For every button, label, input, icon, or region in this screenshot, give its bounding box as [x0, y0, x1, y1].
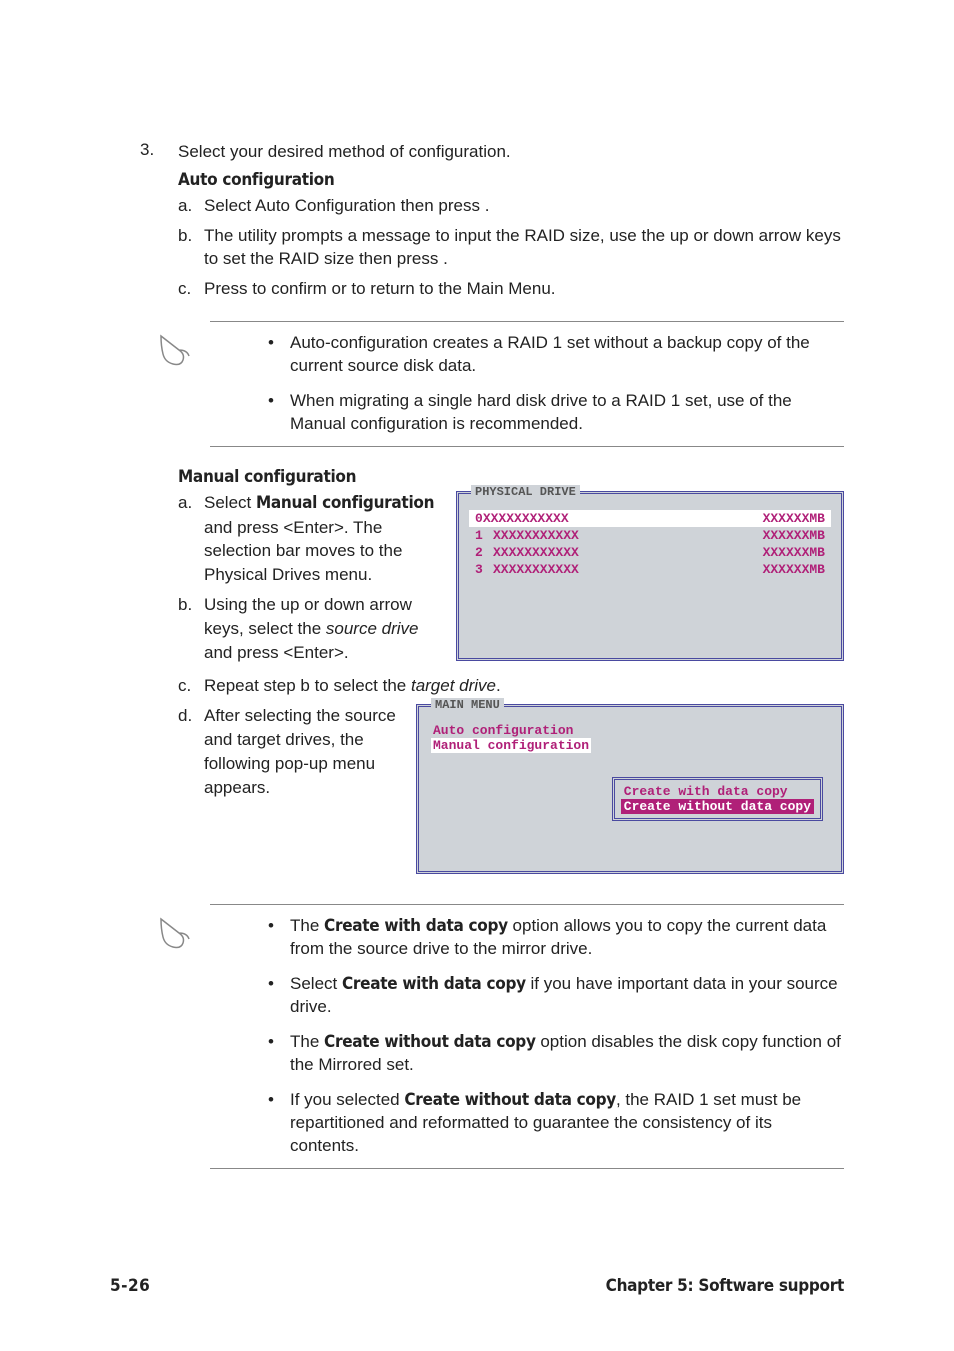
main-menu-title: MAIN MENU: [431, 698, 504, 712]
note-item: If you selected Create without data copy…: [260, 1089, 844, 1158]
page-number: 5-26: [110, 1276, 150, 1296]
note-item: The Create with data copy option allows …: [260, 915, 844, 961]
physical-drive-box: PHYSICAL DRIVE 0XXXXXXXXXXXXXXXXXMB1XXXX…: [456, 491, 844, 661]
auto-config-heading: Auto configuration: [178, 170, 844, 190]
note-item: Select Create with data copy if you have…: [260, 973, 844, 1019]
step-3: 3. Select your desired method of configu…: [140, 140, 844, 164]
auto-step: b.The utility prompts a message to input…: [178, 224, 844, 272]
note-block-2: The Create with data copy option allows …: [210, 904, 844, 1168]
manual-step-c: c. Repeat step b to select the target dr…: [178, 674, 844, 698]
auto-step: c.Press to confirm or to return to the M…: [178, 277, 844, 301]
note-item: Auto-configuration creates a RAID 1 set …: [260, 332, 844, 378]
menu-line: Auto configuration: [431, 723, 829, 738]
note-icon: [155, 913, 197, 955]
physical-drive-row: 2XXXXXXXXXXXXXXXXXMB: [469, 544, 831, 561]
manual-config-heading: Manual configuration: [178, 467, 844, 487]
submenu-line: Create without data copy: [621, 799, 814, 814]
note-item: When migrating a single hard disk drive …: [260, 390, 844, 436]
menu-line: Manual configuration: [431, 738, 829, 753]
page-footer: 5-26 Chapter 5: Software support: [110, 1276, 844, 1296]
note-icon: [155, 330, 197, 372]
note-block-1: Auto-configuration creates a RAID 1 set …: [210, 321, 844, 447]
manual-step-d: d. After selecting the source and target…: [178, 704, 398, 799]
manual-step-a: a. Select Manual configuration and press…: [178, 491, 438, 587]
physical-drive-title: PHYSICAL DRIVE: [471, 485, 580, 499]
chapter-title: Chapter 5: Software support: [606, 1276, 844, 1296]
note-item: The Create without data copy option disa…: [260, 1031, 844, 1077]
physical-drive-row: 3XXXXXXXXXXXXXXXXXMB: [469, 561, 831, 578]
step-text: Select your desired method of configurat…: [178, 140, 844, 164]
auto-step: a.Select Auto Configuration then press .: [178, 194, 844, 218]
submenu-box: Create with data copyCreate without data…: [612, 777, 823, 821]
step-number: 3.: [140, 140, 178, 164]
main-menu-box: MAIN MENU Auto configurationManual confi…: [416, 704, 844, 874]
physical-drive-row: 1XXXXXXXXXXXXXXXXXMB: [469, 527, 831, 544]
physical-drive-row: 0XXXXXXXXXXXXXXXXXMB: [469, 510, 831, 527]
submenu-line: Create with data copy: [621, 784, 814, 799]
manual-step-b: b. Using the up or down arrow keys, sele…: [178, 593, 438, 664]
